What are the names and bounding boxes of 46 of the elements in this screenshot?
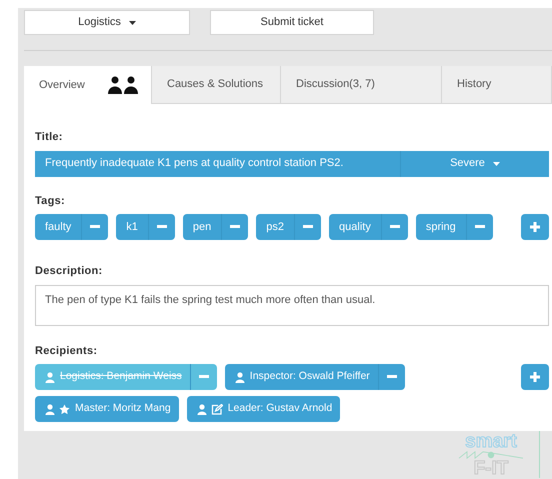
tag: spring <box>416 214 466 240</box>
tag: quality <box>329 214 381 240</box>
remove-tag-button[interactable] <box>81 214 108 240</box>
tab[interactable]: Causes & Solutions <box>152 66 281 104</box>
plus-icon <box>530 372 540 382</box>
user-icon <box>45 372 55 382</box>
ticket-title: Frequently inadequate K1 pens at quality control station PS2. <box>44 156 344 172</box>
add-recipient-button[interactable] <box>521 364 549 390</box>
tag: pen <box>182 214 222 240</box>
user-icon <box>196 404 207 414</box>
minus-icon <box>386 375 397 379</box>
title-label: Title: <box>35 130 64 145</box>
description-field[interactable]: The pen of type K1 fails the spring test much more often than usual. <box>35 284 549 326</box>
tab[interactable]: Discussion(3, 7) <box>281 66 442 104</box>
tags-label: Tags: <box>35 194 66 208</box>
add-tag-button[interactable] <box>521 214 549 240</box>
user-icon <box>45 404 55 414</box>
edit-icon <box>210 404 223 414</box>
remove-tag-button[interactable] <box>380 214 408 240</box>
minus-icon <box>303 225 314 229</box>
remove-recipient-button[interactable] <box>190 364 217 390</box>
remove-tag-button[interactable] <box>221 214 248 240</box>
remove-tag-button[interactable] <box>148 214 175 240</box>
minus-icon <box>90 225 100 229</box>
tag: ps2 <box>256 214 294 240</box>
tag: k1 <box>116 214 148 240</box>
minus-icon <box>156 225 167 229</box>
caret-icon <box>128 20 136 24</box>
minus-icon <box>230 225 240 229</box>
remove-tag-button[interactable] <box>294 214 322 240</box>
tab[interactable]: History <box>442 66 552 104</box>
remove-tag-button[interactable] <box>466 214 493 240</box>
remove-recipient-button[interactable] <box>378 364 405 390</box>
minus-icon <box>474 225 485 229</box>
department-dropdown[interactable]: Logistics <box>24 10 190 35</box>
star-icon <box>59 404 70 414</box>
user-icon <box>234 372 245 382</box>
minus-icon <box>198 375 209 379</box>
recipients-label: Recipients: <box>35 344 98 358</box>
plus-icon <box>530 222 540 232</box>
minus-icon <box>390 225 400 229</box>
submit-ticket-button[interactable]: Submit ticket <box>210 10 374 35</box>
tab[interactable]: Overview <box>24 66 152 104</box>
description-label: Description: <box>35 264 104 279</box>
tag: faulty <box>35 214 82 240</box>
caret-icon <box>492 162 500 166</box>
